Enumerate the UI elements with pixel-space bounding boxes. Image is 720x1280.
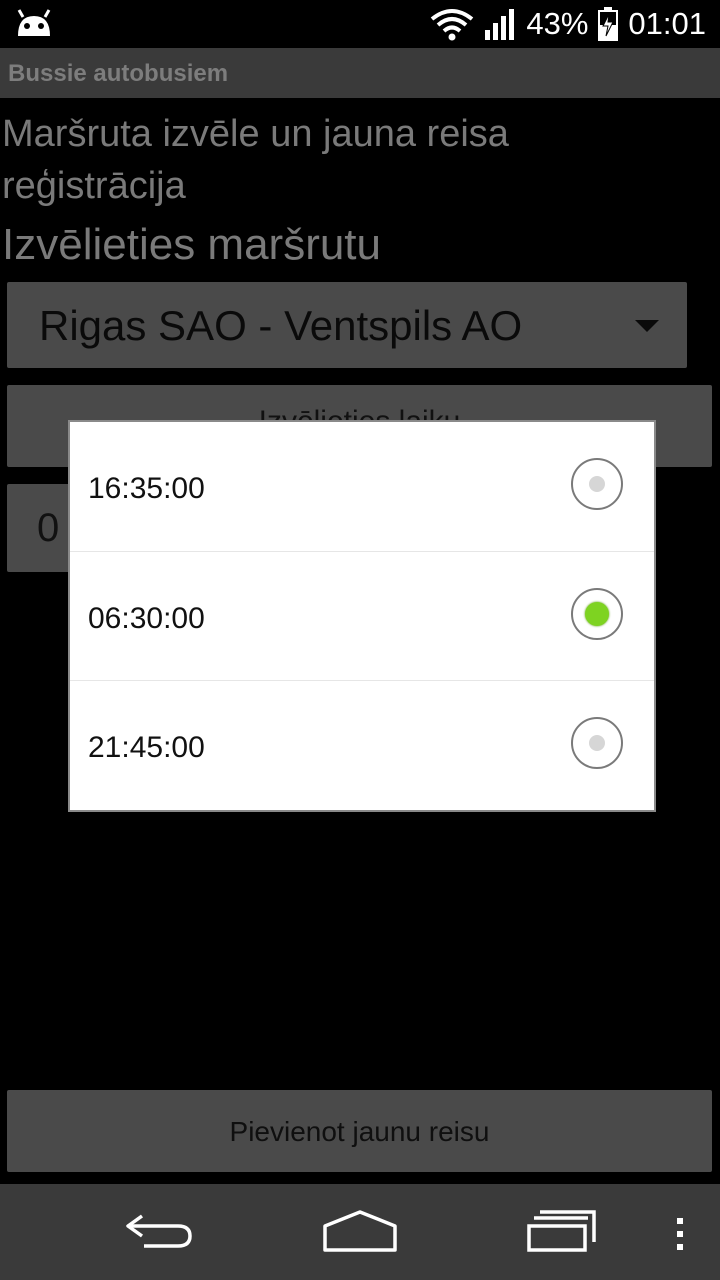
clock: 01:01 bbox=[628, 6, 706, 41]
app-title: Bussie autobusiem bbox=[8, 60, 229, 87]
time-option-label: 16:35:00 bbox=[88, 472, 205, 505]
signal-icon bbox=[485, 9, 515, 40]
back-icon[interactable] bbox=[124, 1206, 196, 1256]
time-option[interactable]: 16:35:00 bbox=[70, 422, 654, 551]
page-heading: Maršruta izvēle un jauna reisa reģistrāc… bbox=[2, 113, 509, 207]
add-trip-button[interactable]: Pievienot jaunu reisu bbox=[7, 1090, 712, 1172]
time-option-label: 21:45:00 bbox=[88, 731, 205, 764]
battery-percent: 43% bbox=[526, 6, 589, 41]
time-option-label: 06:30:00 bbox=[88, 602, 205, 635]
radio-button[interactable] bbox=[571, 717, 623, 769]
time-picker-dialog: 16:35:00 06:30:00 21:45:00 bbox=[68, 420, 656, 812]
dropdown-arrow-icon bbox=[635, 320, 659, 332]
time-option[interactable]: 06:30:00 bbox=[70, 551, 654, 681]
radio-button[interactable] bbox=[571, 458, 623, 510]
title-bar: Bussie autobusiem bbox=[0, 48, 720, 98]
add-trip-button-label: Pievienot jaunu reisu bbox=[229, 1116, 490, 1147]
route-label: Izvēlieties maršrutu bbox=[2, 220, 382, 269]
android-icon bbox=[17, 9, 51, 36]
radio-button-selected[interactable] bbox=[571, 588, 623, 640]
status-bar: 43% 01:01 bbox=[0, 0, 720, 48]
wifi-icon bbox=[431, 9, 474, 41]
route-spinner[interactable]: Rigas SAO - Ventspils AO bbox=[7, 282, 687, 368]
route-spinner-value: Rigas SAO - Ventspils AO bbox=[39, 302, 523, 349]
time-field-value: 0 bbox=[37, 506, 60, 550]
overflow-menu-icon[interactable] bbox=[672, 1218, 688, 1252]
home-icon[interactable] bbox=[322, 1206, 398, 1256]
battery-charging-icon bbox=[598, 7, 619, 41]
navigation-bar bbox=[0, 1184, 720, 1280]
recent-apps-icon[interactable] bbox=[526, 1206, 598, 1256]
time-option[interactable]: 21:45:00 bbox=[70, 680, 654, 810]
